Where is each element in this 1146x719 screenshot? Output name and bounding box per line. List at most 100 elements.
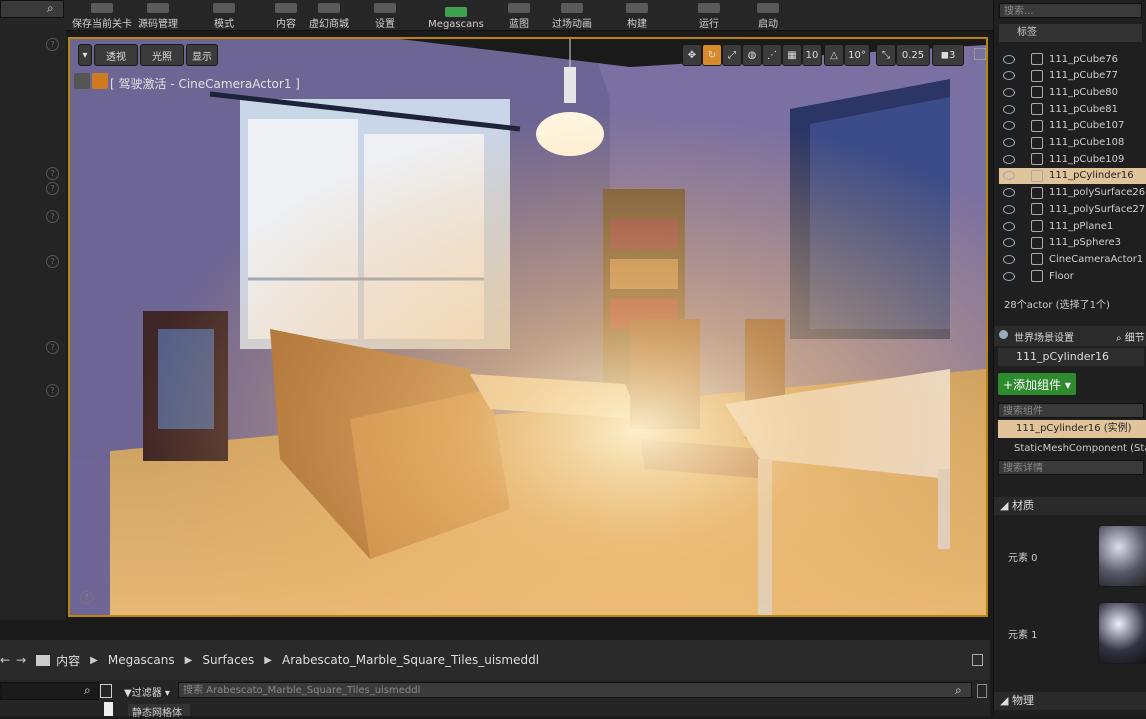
scroll-thumb[interactable] [104, 702, 113, 716]
angle-snap-value[interactable]: 10° [844, 44, 870, 66]
save-search-icon[interactable] [977, 684, 987, 698]
toolbar-button[interactable]: 过场动画 [542, 0, 602, 30]
visibility-eye-icon[interactable] [1003, 87, 1015, 97]
instance-row[interactable]: 111_pCylinder16 (实例) [998, 420, 1146, 438]
lit-button[interactable]: 光照 [140, 44, 184, 66]
add-component-button[interactable]: +添加组件 ▾ [998, 373, 1076, 395]
outliner-row[interactable]: 111_pCube76 [999, 51, 1146, 67]
help-icon[interactable]: ? [46, 341, 59, 354]
help-icon[interactable]: ? [46, 384, 59, 397]
search-icon[interactable]: ⌕ [47, 1, 54, 16]
help-icon[interactable]: ? [80, 591, 93, 604]
visibility-eye-icon[interactable] [1003, 271, 1015, 281]
angle-snap-icon[interactable]: △ [824, 44, 844, 66]
scale-snap-value[interactable]: 0.25 [896, 44, 930, 66]
toolbar-button[interactable]: 启动 [738, 0, 798, 30]
breadcrumb-item[interactable]: Arabescato_Marble_Square_Tiles_uismeddl [282, 653, 539, 667]
visibility-eye-icon[interactable] [1003, 121, 1015, 131]
chevron-right-icon[interactable]: ▶ [185, 655, 193, 666]
outliner-search-input[interactable]: 搜索... [999, 3, 1142, 18]
level-viewport[interactable]: ▾ 透视 光照 显示 ✥ ↻ ⤢ ◍ ⋰ ▦ 10 △ 10° ⤡ 0.25 ◼… [68, 37, 988, 617]
surface-snap-icon[interactable]: ⋰ [762, 44, 782, 66]
lock-icon[interactable] [972, 654, 983, 666]
component-search-input[interactable]: 搜索组件 [998, 403, 1144, 418]
grid-snap-value[interactable]: 10 [802, 44, 822, 66]
toolbar-button[interactable]: 构建 [607, 0, 667, 30]
toolbar-button[interactable]: 模式 [194, 0, 254, 30]
show-button[interactable]: 显示 [186, 44, 218, 66]
toolbar-button[interactable]: Megascans [426, 0, 486, 30]
visibility-eye-icon[interactable] [1003, 221, 1015, 231]
outliner-row[interactable]: CineCameraActor1 [999, 251, 1146, 267]
forward-icon[interactable]: → [16, 653, 26, 667]
outliner-row[interactable]: Floor [999, 268, 1146, 284]
maximize-viewport-icon[interactable] [974, 48, 986, 60]
outliner-row[interactable]: 111_pCube80 [999, 84, 1146, 100]
help-icon[interactable]: ? [46, 38, 59, 51]
grid-snap-icon[interactable]: ▦ [782, 44, 802, 66]
physics-section-header[interactable]: ◢ 物理 [994, 692, 1146, 710]
viewport-options-button[interactable]: ▾ [78, 44, 92, 66]
help-icon[interactable]: ? [46, 210, 59, 223]
scale-icon[interactable]: ⤢ [722, 44, 742, 66]
outliner-row[interactable]: 111_pCube81 [999, 101, 1146, 117]
object-name-field[interactable]: 111_pCylinder16 [998, 348, 1144, 366]
material-thumbnail-0[interactable] [1098, 525, 1146, 587]
visibility-eye-icon[interactable] [1003, 54, 1015, 64]
visibility-eye-icon[interactable] [1003, 254, 1015, 264]
visibility-eye-icon[interactable] [1003, 238, 1015, 248]
visibility-eye-icon[interactable] [1003, 171, 1015, 181]
outliner-row[interactable]: 111_pSphere3 [999, 235, 1146, 251]
help-icon[interactable]: ? [46, 182, 59, 195]
scale-snap-icon[interactable]: ⤡ [876, 44, 896, 66]
visibility-eye-icon[interactable] [1003, 188, 1015, 198]
toolbar-button[interactable]: 保存当前关卡 [72, 0, 132, 30]
tab-details[interactable]: ⌕ 细节 [1116, 329, 1145, 344]
visibility-eye-icon[interactable] [1003, 138, 1015, 147]
outliner-row[interactable]: 111_polySurface26 [999, 185, 1146, 201]
help-icon[interactable]: ? [46, 255, 59, 268]
filter-button[interactable]: ▼过滤器 ▾ [124, 684, 170, 699]
visibility-eye-icon[interactable] [1003, 204, 1015, 214]
toolbar-button[interactable]: 源码管理 [128, 0, 188, 30]
outliner-row[interactable]: 111_pPlane1 [999, 218, 1146, 234]
chevron-right-icon[interactable]: ▶ [90, 655, 98, 666]
asset-type-tab[interactable]: 静态网格体 [128, 704, 190, 719]
eject-icon[interactable] [74, 73, 90, 89]
visibility-eye-icon[interactable] [1003, 154, 1015, 164]
translate-icon[interactable]: ✥ [682, 44, 702, 66]
breadcrumb-item[interactable]: 内容 [56, 652, 80, 669]
outliner-row[interactable]: 111_pCube77 [999, 68, 1146, 84]
toolbar-button[interactable]: 虚幻商城 [299, 0, 359, 30]
outliner-row[interactable]: 111_pCube107 [999, 118, 1146, 134]
toolbar-button[interactable]: 设置 [355, 0, 415, 30]
outliner-column-header[interactable]: 标签 [999, 24, 1142, 42]
list-view-icon[interactable] [100, 684, 112, 698]
toolbar-button[interactable]: 蓝图 [489, 0, 549, 30]
perspective-button[interactable]: 透视 [94, 44, 138, 66]
help-icon[interactable]: ? [46, 167, 59, 180]
tab-world-settings[interactable]: 世界场景设置 [1014, 329, 1074, 344]
outliner-row[interactable]: 111_polySurface27 [999, 201, 1146, 217]
top-left-search-input[interactable] [0, 0, 64, 18]
rotate-icon[interactable]: ↻ [702, 44, 722, 66]
chevron-right-icon[interactable]: ▶ [264, 655, 272, 666]
breadcrumb-item[interactable]: Surfaces [202, 653, 254, 667]
visibility-eye-icon[interactable] [1003, 71, 1015, 81]
component-row[interactable]: StaticMeshComponent (Static [1014, 443, 1146, 454]
world-icon[interactable]: ◍ [742, 44, 762, 66]
outliner-row[interactable]: 111_pCube108 [999, 135, 1146, 151]
visibility-eye-icon[interactable] [1003, 104, 1015, 114]
details-search-input[interactable]: 搜索详情 [998, 460, 1144, 475]
search-icon[interactable]: ⌕ [84, 683, 91, 698]
breadcrumb-item[interactable]: Megascans [108, 653, 175, 667]
toolbar-button[interactable]: 运行 [679, 0, 739, 30]
back-icon[interactable]: ← [0, 653, 10, 667]
material-section-header[interactable]: ◢ 材质 [994, 497, 1146, 515]
content-search-input[interactable]: 搜索 Arabescato_Marble_Square_Tiles_uismed… [178, 682, 972, 698]
outliner-row[interactable]: 111_pCube109 [999, 151, 1146, 167]
outliner-row[interactable]: 111_pCylinder16 [999, 167, 1146, 184]
material-thumbnail-1[interactable] [1098, 602, 1146, 664]
camera-speed-button[interactable]: ◼ 3 [932, 44, 964, 66]
search-icon[interactable]: ⌕ [955, 683, 962, 698]
